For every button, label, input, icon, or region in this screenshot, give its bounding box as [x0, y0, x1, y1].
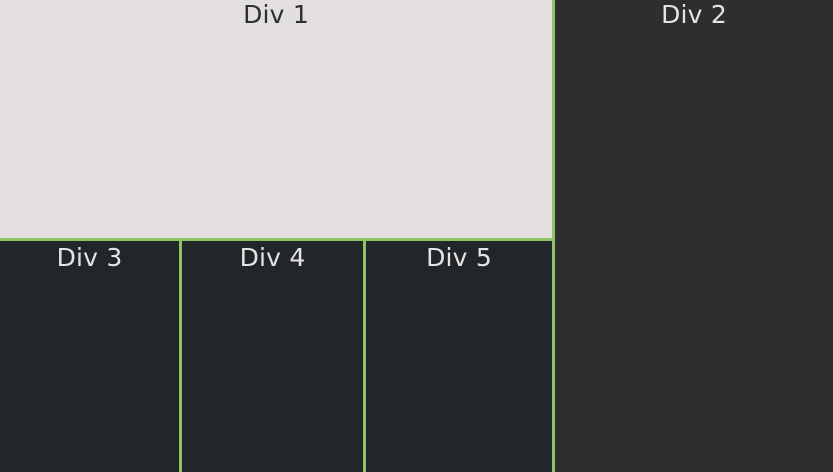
panel-div-5: Div 5: [366, 241, 555, 472]
panel-div-3: Div 3: [0, 241, 182, 472]
panel-div-2-label: Div 2: [661, 0, 727, 29]
panel-div-1: Div 1: [0, 0, 555, 241]
panel-div-4: Div 4: [182, 241, 366, 472]
grid-layout: Div 1 Div 2 Div 3 Div 4 Div 5: [0, 0, 833, 472]
panel-div-4-label: Div 4: [239, 243, 306, 272]
panel-div-2: Div 2: [555, 0, 833, 472]
panel-div-3-label: Div 3: [56, 243, 123, 272]
panel-div-5-label: Div 5: [426, 243, 492, 272]
panel-div-1-label: Div 1: [243, 0, 309, 29]
